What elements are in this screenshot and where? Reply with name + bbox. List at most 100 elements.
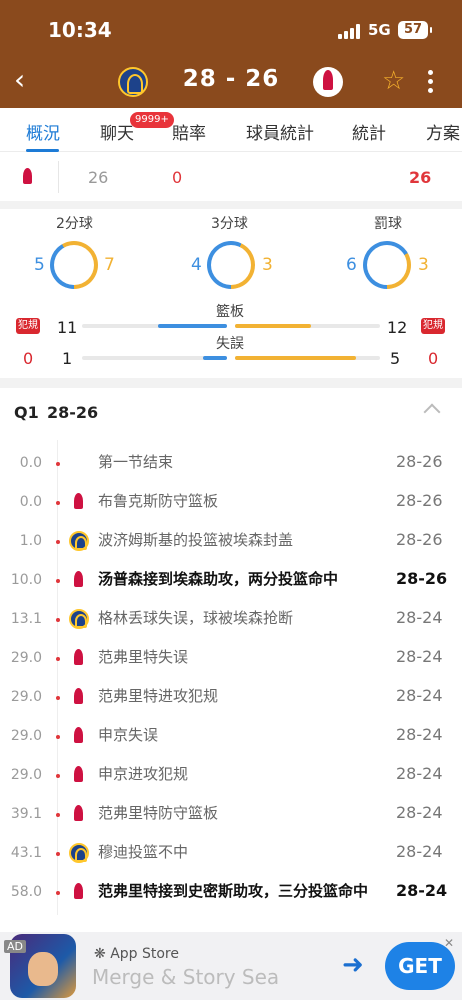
section-gap	[0, 378, 462, 388]
status-time: 10:34	[48, 18, 112, 42]
quarter-score: 28-26	[47, 403, 99, 422]
rockets-icon	[69, 765, 89, 785]
quarter-header[interactable]: Q1 28-26	[0, 392, 462, 432]
tab-overview[interactable]: 概況	[26, 119, 60, 144]
tab-chat[interactable]: 聊天	[100, 119, 134, 144]
event-row: 29.0 范弗里特失误 28-24	[0, 647, 462, 689]
rockets-icon	[69, 882, 89, 902]
event-description: 申京失误	[98, 726, 159, 744]
event-row: 0.0 布鲁克斯防守篮板 28-26	[0, 491, 462, 533]
rockets-logo[interactable]	[313, 67, 343, 97]
event-description: 第一节结束	[98, 453, 174, 471]
warriors-icon	[69, 531, 89, 551]
event-description: 汤普森接到埃森助攻，两分投篮命中	[98, 570, 339, 588]
foul-tag-home: 犯規	[421, 318, 445, 334]
event-score: 28-26	[396, 452, 443, 471]
rebounds-away-bar	[157, 324, 227, 328]
event-description: 格林丢球失误，球被埃森抢断	[98, 609, 294, 627]
turnovers-away-track	[82, 356, 227, 360]
game-header: 10:34 5G 57 ‹ 28 - 26 ☆	[0, 0, 462, 108]
event-time: 13.1	[10, 611, 42, 627]
rockets-icon	[69, 726, 89, 746]
turnovers-home-track	[235, 356, 380, 360]
turnovers-label: 失誤	[216, 336, 244, 352]
divider	[58, 161, 59, 193]
quarter-total: 26	[88, 168, 109, 187]
arrow-right-icon: ➜	[342, 950, 364, 980]
free-throw-label: 罰球	[374, 216, 402, 232]
quarter-score-row: 26 0 26	[0, 153, 462, 201]
rebounds-home-bar	[235, 324, 311, 328]
favorite-star-icon[interactable]: ☆	[382, 66, 405, 96]
rebounds-home: 12	[387, 318, 408, 337]
event-score: 28-26	[396, 569, 448, 588]
tab-stats[interactable]: 統計	[352, 119, 386, 144]
rebounds-away-track	[82, 324, 227, 328]
timeline-dot	[56, 657, 60, 661]
rockets-icon	[69, 804, 89, 824]
tab-plans[interactable]: 方案	[426, 119, 460, 144]
active-tab-indicator	[26, 149, 59, 152]
timeline-dot	[56, 852, 60, 856]
event-description: 范弗里特失误	[98, 648, 189, 666]
event-row: 43.1 穆迪投篮不中 28-24	[0, 842, 462, 884]
app-store-text: App Store	[110, 946, 179, 962]
two-point-away: 5	[34, 255, 45, 275]
event-description: 波济姆斯基的投篮被埃森封盖	[98, 531, 294, 549]
turnovers-away-bar	[202, 356, 227, 360]
event-description: 范弗里特防守篮板	[98, 804, 219, 822]
turnovers-away: 1	[62, 349, 73, 368]
event-description: 范弗里特进攻犯规	[98, 687, 219, 705]
rockets-icon	[69, 570, 89, 590]
event-time: 29.0	[10, 689, 42, 705]
ad-banner[interactable]: AD ❋ App Store Merge & Story Sea ➜ GET ✕	[0, 932, 462, 1000]
event-score: 28-24	[396, 803, 443, 822]
event-time: 1.0	[19, 533, 42, 549]
two-point-ring	[50, 241, 98, 289]
event-score: 28-26	[396, 491, 443, 510]
rebounds-label: 籃板	[216, 304, 244, 320]
event-row: 1.0 波济姆斯基的投篮被埃森封盖 28-26	[0, 530, 462, 572]
chevron-up-icon[interactable]	[423, 403, 441, 421]
timeline-dot	[56, 813, 60, 817]
more-options-icon[interactable]	[420, 68, 440, 96]
rockets-icon	[69, 648, 89, 668]
tab-odds[interactable]: 賠率	[172, 119, 206, 144]
event-description: 申京进攻犯规	[98, 765, 189, 783]
timeline-dot	[56, 696, 60, 700]
event-row: 13.1 格林丢球失误，球被埃森抢断 28-24	[0, 608, 462, 650]
event-score: 28-24	[396, 608, 443, 627]
three-point-ring	[207, 241, 255, 289]
event-row: 10.0 汤普森接到埃森助攻，两分投篮命中 28-26	[0, 569, 462, 611]
timeline-dot	[56, 735, 60, 739]
timeline-dot	[56, 501, 60, 505]
app-store-label: ❋ App Store	[94, 946, 179, 962]
event-time: 0.0	[19, 494, 42, 510]
warriors-logo[interactable]	[118, 67, 148, 97]
free-throw-home: 3	[418, 255, 429, 275]
timeline-dot	[56, 891, 60, 895]
timeline-dot	[56, 540, 60, 544]
event-score: 28-26	[396, 530, 443, 549]
event-row: 0.0 第一节结束 28-26	[0, 452, 462, 494]
quarter-ot: 0	[172, 168, 183, 187]
rockets-icon	[69, 687, 89, 707]
event-description: 范弗里特接到史密斯助攻，三分投篮命中	[98, 882, 369, 900]
event-score: 28-24	[396, 686, 443, 705]
event-row: 29.0 申京失误 28-24	[0, 725, 462, 767]
rebounds-home-track	[235, 324, 380, 328]
event-time: 10.0	[10, 572, 42, 588]
foul-tag-away: 犯規	[16, 318, 40, 334]
quarter-label: Q1	[14, 403, 39, 422]
back-icon[interactable]: ‹	[14, 64, 40, 96]
event-description: 布鲁克斯防守篮板	[98, 492, 219, 510]
three-point-label: 3分球	[211, 216, 248, 232]
event-score: 28-24	[396, 647, 443, 666]
event-score: 28-24	[396, 842, 443, 861]
section-gap	[0, 201, 462, 209]
tab-player-stats[interactable]: 球員統計	[246, 119, 314, 144]
two-point-home: 7	[104, 255, 115, 275]
close-icon[interactable]: ✕	[444, 936, 454, 950]
timeline-dot	[56, 462, 60, 466]
rockets-icon	[18, 167, 38, 187]
